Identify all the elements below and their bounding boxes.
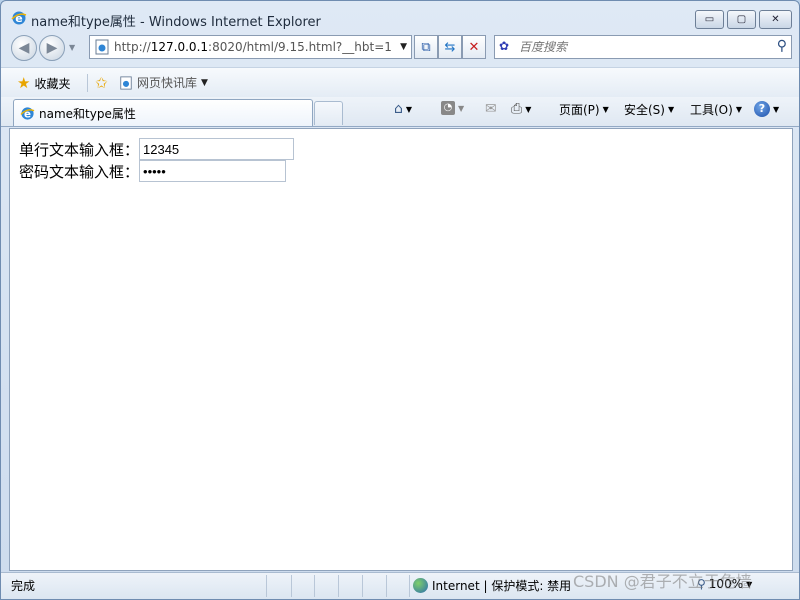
search-input[interactable] xyxy=(519,40,759,54)
feeds-dropdown-icon[interactable]: ▼ xyxy=(458,104,464,113)
stop-icon: ✕ xyxy=(468,39,480,55)
forward-icon: ▶ xyxy=(46,40,58,56)
refresh-button[interactable]: ⇆ xyxy=(438,35,462,59)
home-icon: ⌂ xyxy=(394,101,403,117)
feeds-button[interactable]: ◔ ▼ xyxy=(441,101,464,115)
status-divider xyxy=(338,575,339,597)
window-title: name和type属性 - Windows Internet Explorer xyxy=(31,15,321,30)
tab-bar: e name和type属性 ⌂ ▼ ◔ ▼ ✉ ⎙ ▼ 页面(P) ▼ 安全(S) ▼ 工… xyxy=(1,97,799,127)
tools-menu-label: 工具(O) xyxy=(690,103,733,117)
safety-menu-label: 安全(S) xyxy=(624,103,665,117)
minimize-icon: ▭ xyxy=(704,13,715,25)
address-bar[interactable]: http://127.0.0.1:8020/html/9.15.html?__h… xyxy=(89,35,412,59)
password-input-row: 密码文本输入框： xyxy=(19,160,287,182)
add-favorites-button[interactable]: ✩ xyxy=(95,74,108,92)
safety-dropdown-icon: ▼ xyxy=(667,105,675,114)
globe-icon xyxy=(413,578,428,593)
help-dropdown-icon: ▼ xyxy=(773,104,780,114)
compat-view-button[interactable]: ⧉ xyxy=(414,35,438,59)
text-input-field[interactable] xyxy=(139,138,295,160)
compat-view-icon: ⧉ xyxy=(421,39,431,55)
print-dropdown-icon[interactable]: ▼ xyxy=(525,105,531,114)
page-dropdown-icon: ▼ xyxy=(602,105,609,114)
safety-menu[interactable]: 安全(S) ▼ xyxy=(624,101,674,118)
tools-dropdown-icon: ▼ xyxy=(735,105,742,114)
ie-window: e name和type属性 - Windows Internet Explore… xyxy=(0,0,800,600)
help-menu[interactable]: ? ▼ xyxy=(754,101,779,117)
navigation-bar: ◀ ▶ ▼ http://127.0.0.1:8020/html/9.15.ht… xyxy=(1,35,799,63)
status-divider xyxy=(409,575,410,597)
favorites-bar: ★ 收藏夹 ✩ 网页快讯库 ▼ xyxy=(1,67,799,97)
rss-feed-icon: ◔ xyxy=(441,101,455,115)
status-text: 完成 xyxy=(11,579,36,593)
close-icon: ✕ xyxy=(771,13,780,25)
title-bar: e name和type属性 - Windows Internet Explore… xyxy=(1,1,799,35)
text-input-label: 单行文本输入框： xyxy=(19,140,140,159)
status-divider xyxy=(314,575,315,597)
security-zone-label: Internet | 保护模式: 禁用 xyxy=(432,579,572,593)
history-dropdown-icon[interactable]: ▼ xyxy=(69,43,75,52)
home-dropdown-icon[interactable]: ▼ xyxy=(406,105,412,114)
password-input-field[interactable] xyxy=(139,160,287,182)
search-box[interactable]: ✿ ⚲ xyxy=(494,35,792,59)
print-button[interactable]: ⎙ ▼ xyxy=(511,101,531,117)
tools-menu[interactable]: 工具(O) ▼ xyxy=(690,101,742,118)
status-divider xyxy=(386,575,387,597)
read-mail-button[interactable]: ✉ xyxy=(485,101,497,117)
password-input-label: 密码文本输入框： xyxy=(19,162,140,181)
mail-icon: ✉ xyxy=(485,101,497,117)
favorites-star-icon: ★ xyxy=(17,74,31,92)
page-icon xyxy=(95,39,109,55)
search-icon[interactable]: ⚲ xyxy=(777,38,787,54)
new-tab-button[interactable] xyxy=(314,101,343,125)
print-icon: ⎙ xyxy=(511,101,523,117)
refresh-icon: ⇆ xyxy=(444,39,456,55)
tab-name-type[interactable]: e name和type属性 xyxy=(13,99,313,126)
back-button[interactable]: ◀ xyxy=(11,35,37,61)
close-button[interactable]: ✕ xyxy=(759,10,792,29)
minimize-button[interactable]: ▭ xyxy=(695,10,724,29)
address-url[interactable]: http://127.0.0.1:8020/html/9.15.html?__h… xyxy=(114,40,392,54)
maximize-icon: ▢ xyxy=(736,13,747,25)
favorites-label: 收藏夹 xyxy=(34,76,71,91)
home-button[interactable]: ⌂ ▼ xyxy=(394,101,412,117)
text-input-row: 单行文本输入框： xyxy=(19,138,295,160)
status-divider xyxy=(362,575,363,597)
address-dropdown-icon[interactable]: ▼ xyxy=(400,42,407,52)
tab-label: name和type属性 xyxy=(39,106,136,121)
web-slice-dropdown-icon: ▼ xyxy=(201,77,208,88)
page-content: 单行文本输入框： 密码文本输入框： xyxy=(9,128,793,571)
maximize-button[interactable]: ▢ xyxy=(727,10,756,29)
status-divider xyxy=(291,575,292,597)
web-slice-icon xyxy=(120,75,132,90)
favorites-separator xyxy=(87,74,88,92)
web-slice-gallery[interactable]: 网页快讯库 ▼ xyxy=(119,74,208,91)
page-menu[interactable]: 页面(P) ▼ xyxy=(559,101,609,118)
ie-icon: e xyxy=(11,11,27,25)
stop-button[interactable]: ✕ xyxy=(462,35,486,59)
security-zone[interactable]: Internet | 保护模式: 禁用 xyxy=(413,577,571,594)
favorites-button[interactable]: ★ 收藏夹 xyxy=(17,74,70,92)
help-icon: ? xyxy=(754,101,770,117)
add-favorites-icon: ✩ xyxy=(95,74,108,92)
watermark: CSDN @君子不立于危墙 xyxy=(573,572,752,591)
forward-button[interactable]: ▶ xyxy=(39,35,65,61)
page-menu-label: 页面(P) xyxy=(559,103,600,117)
back-icon: ◀ xyxy=(18,40,30,56)
web-slice-label: 网页快讯库 xyxy=(137,76,198,90)
ie-icon: e xyxy=(20,106,35,120)
baidu-icon: ✿ xyxy=(499,39,510,53)
status-divider xyxy=(266,575,267,597)
